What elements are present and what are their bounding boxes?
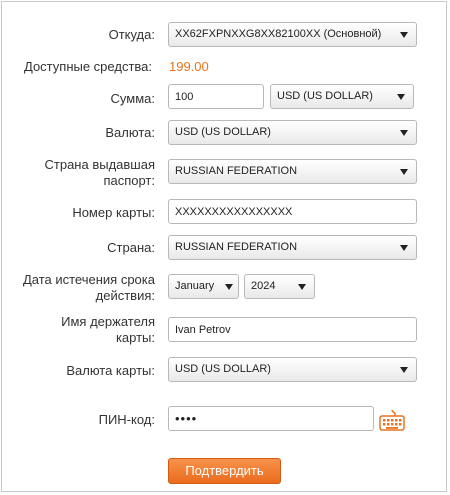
keyboard-icon[interactable] — [379, 409, 405, 434]
expiry-label: Дата истечения срока действия: — [23, 272, 155, 304]
passport-country-label: Страна выдавшая паспорт: — [45, 157, 156, 189]
expiry-label-line2: действия: — [95, 288, 155, 303]
chevron-down-icon — [225, 284, 233, 290]
country-value: RUSSIAN FEDERATION — [175, 241, 298, 253]
chevron-down-icon — [400, 367, 408, 373]
transfer-form: Откуда: XX62FXPNXXG8XX82100XX (Основной)… — [1, 1, 447, 492]
passport-country-value: RUSSIAN FEDERATION — [175, 165, 298, 177]
from-account-select[interactable]: XX62FXPNXXG8XX82100XX (Основной) — [168, 22, 417, 47]
from-label: Откуда: — [108, 27, 155, 42]
pin-input[interactable] — [168, 406, 374, 431]
expiry-month-select[interactable]: January — [168, 274, 239, 299]
chevron-down-icon — [298, 284, 306, 290]
card-currency-select[interactable]: USD (US DOLLAR) — [168, 357, 417, 382]
card-number-input[interactable] — [168, 199, 417, 224]
chevron-down-icon — [397, 94, 405, 100]
country-select[interactable]: RUSSIAN FEDERATION — [168, 235, 417, 260]
passport-country-select[interactable]: RUSSIAN FEDERATION — [168, 159, 417, 184]
country-label: Страна: — [107, 240, 155, 255]
expiry-year-select[interactable]: 2024 — [244, 274, 315, 299]
currency-label: Валюта: — [105, 125, 155, 140]
expiry-label-line1: Дата истечения срока — [22, 272, 155, 287]
chevron-down-icon — [400, 245, 408, 251]
chevron-down-icon — [400, 130, 408, 136]
holder-label: Имя держателя карты: — [61, 314, 155, 346]
amount-currency-select[interactable]: USD (US DOLLAR) — [270, 84, 414, 109]
card-currency-label: Валюта карты: — [66, 363, 155, 378]
from-account-value: XX62FXPNXXG8XX82100XX (Основной) — [175, 28, 382, 40]
passport-country-label-line1: Страна выдавшая — [44, 157, 156, 172]
pin-label: ПИН-код: — [98, 412, 155, 427]
card-number-label: Номер карты: — [72, 205, 155, 220]
holder-label-line1: Имя держателя — [61, 314, 155, 329]
amount-label: Сумма: — [110, 91, 155, 106]
amount-input[interactable] — [168, 84, 264, 109]
passport-country-label-line2: паспорт: — [103, 173, 155, 188]
expiry-year-value: 2024 — [251, 280, 276, 292]
chevron-down-icon — [400, 169, 408, 175]
confirm-button[interactable]: Подтвердить — [168, 458, 281, 484]
card-holder-input[interactable] — [168, 317, 417, 342]
card-currency-value: USD (US DOLLAR) — [175, 363, 271, 375]
available-funds-value: 199.00 — [169, 59, 209, 74]
expiry-month-value: January — [175, 280, 215, 292]
available-funds-label: Доступные средства: — [24, 59, 153, 74]
chevron-down-icon — [400, 32, 408, 38]
holder-label-line2: карты: — [115, 330, 155, 345]
amount-currency-value: USD (US DOLLAR) — [277, 90, 373, 102]
currency-select[interactable]: USD (US DOLLAR) — [168, 120, 417, 145]
currency-value: USD (US DOLLAR) — [175, 126, 271, 138]
